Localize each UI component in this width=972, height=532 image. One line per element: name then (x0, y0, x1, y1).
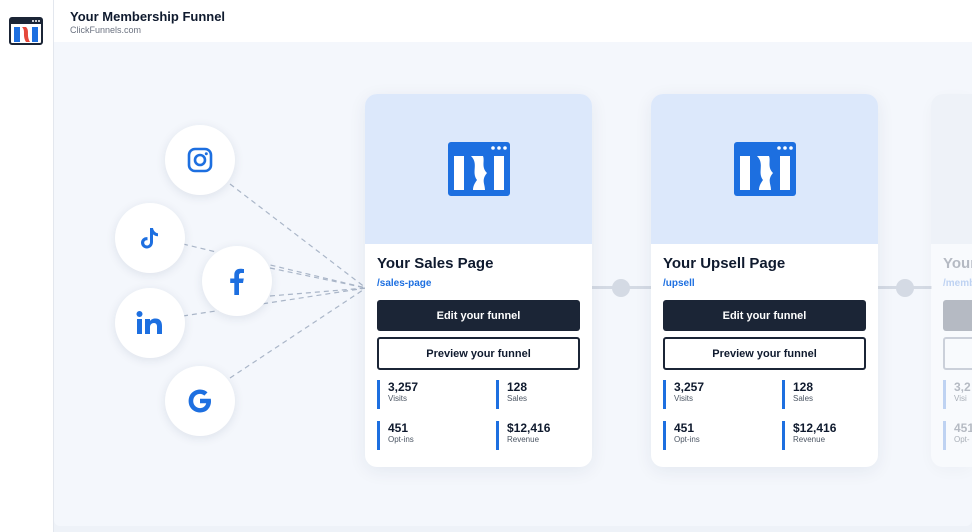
stat-visits: 3,257 Visits (663, 380, 704, 409)
funnel-step-card[interactable]: Your /memb 3,2Visi 451Opt- (931, 94, 972, 467)
preview-funnel-button[interactable]: Preview your funnel (663, 337, 866, 370)
edit-funnel-button[interactable]: Edit your funnel (663, 300, 866, 331)
linkedin-icon (136, 311, 162, 334)
google-icon (188, 389, 211, 413)
card-path-link[interactable]: /upsell (663, 278, 695, 289)
stat-visits: 3,257 Visits (377, 380, 418, 409)
preview-funnel-button[interactable]: Preview your funnel (377, 337, 580, 370)
page-subtitle: ClickFunnels.com (70, 25, 142, 35)
card-path-link[interactable]: /memb (943, 278, 972, 289)
sidebar (0, 0, 54, 532)
funnel-step-card[interactable]: Your Upsell Page /upsell Edit your funne… (651, 94, 878, 467)
card-preview (651, 94, 878, 244)
tiktok-source[interactable] (115, 203, 185, 273)
clickfunnels-logo-icon (733, 142, 796, 196)
stat-optins: 451 Opt- (943, 421, 972, 450)
clickfunnels-logo-icon (447, 142, 510, 196)
preview-funnel-button[interactable] (943, 337, 972, 370)
card-title: Your Sales Page (377, 255, 494, 272)
stat-sales: 128 Sales (496, 380, 527, 409)
card-path-link[interactable]: /sales-page (377, 278, 431, 289)
stat-sales: 128 Sales (782, 380, 813, 409)
stat-optins: 451 Opt-ins (663, 421, 700, 450)
facebook-icon (230, 268, 244, 295)
card-preview (365, 94, 592, 244)
tiktok-icon (141, 228, 158, 249)
header: Your Membership Funnel ClickFunnels.com (54, 0, 972, 42)
clickfunnels-logo-icon[interactable] (9, 17, 43, 45)
funnel-connector-node (612, 279, 630, 297)
card-title: Your (943, 255, 972, 272)
edit-funnel-button[interactable] (943, 300, 972, 331)
edit-funnel-button[interactable]: Edit your funnel (377, 300, 580, 331)
linkedin-source[interactable] (115, 288, 185, 358)
instagram-source[interactable] (165, 125, 235, 195)
stat-optins: 451 Opt-ins (377, 421, 414, 450)
stat-visits: 3,2 Visi (943, 380, 971, 409)
stat-revenue: $12,416 Revenue (782, 421, 836, 450)
stat-revenue: $12,416 Revenue (496, 421, 550, 450)
instagram-icon (187, 147, 213, 173)
funnel-step-card[interactable]: Your Sales Page /sales-page Edit your fu… (365, 94, 592, 467)
funnel-connector-node (896, 279, 914, 297)
card-preview (931, 94, 972, 244)
page-title: Your Membership Funnel (70, 9, 226, 24)
facebook-source[interactable] (202, 246, 272, 316)
card-title: Your Upsell Page (663, 255, 786, 272)
google-source[interactable] (165, 366, 235, 436)
